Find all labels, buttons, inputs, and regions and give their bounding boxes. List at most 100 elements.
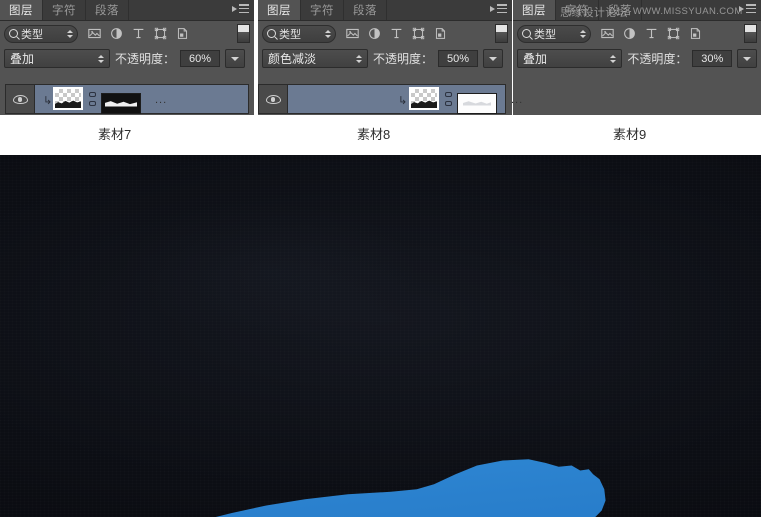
photoshop-panels-strip: 图层 字符 段落 类型 叠加 不透明度： 60% 图层 字符 段落 类型 颜色减… xyxy=(0,0,761,115)
opacity-label: 不透明度： xyxy=(115,52,176,66)
type-filter-icon[interactable] xyxy=(390,27,403,40)
top-watermark: 思缘设计论坛 WWW.MISSYUAN.COM xyxy=(560,3,760,20)
layer-thumbnail-image xyxy=(55,89,81,108)
layer-overflow-indicator: ... xyxy=(155,94,168,106)
tab-layers-label: 图层 xyxy=(9,5,33,17)
tab-character-label: 字符 xyxy=(52,5,76,17)
layer-row[interactable]: ↳ ... xyxy=(5,84,249,114)
opacity-dropdown-arrow[interactable] xyxy=(737,49,757,68)
tab-paragraph-label: 段落 xyxy=(95,5,119,17)
opacity-dropdown-arrow[interactable] xyxy=(483,49,504,68)
layer-thumbnail[interactable] xyxy=(53,87,83,110)
layer-mask-thumbnail[interactable] xyxy=(101,92,141,114)
panel-3-blend-row: 叠加 不透明度： 30% xyxy=(513,46,761,71)
tab-paragraph[interactable]: 段落 xyxy=(86,0,129,20)
panel-1-filter-row: 类型 xyxy=(0,21,254,46)
adjustment-filter-icon[interactable] xyxy=(368,27,381,40)
tab-layers[interactable]: 图层 xyxy=(513,0,556,20)
tab-character[interactable]: 字符 xyxy=(301,0,344,20)
search-icon xyxy=(7,27,20,40)
canvas-faint-glow xyxy=(60,175,480,365)
layer-row-body[interactable]: ↳ ... xyxy=(288,85,522,114)
layer-row[interactable]: ↳ ... xyxy=(258,84,522,114)
eye-icon xyxy=(12,94,28,104)
image-filter-icon[interactable] xyxy=(88,27,101,40)
chevron-updown-icon xyxy=(356,54,362,63)
tab-character[interactable]: 字符 xyxy=(43,0,86,20)
type-filter-icon[interactable] xyxy=(645,27,658,40)
opacity-dropdown-arrow[interactable] xyxy=(225,49,246,68)
screenshot-root: 图层 字符 段落 类型 叠加 不透明度： 60% 图层 字符 段落 类型 颜色减… xyxy=(0,0,761,517)
chevron-updown-icon xyxy=(580,29,586,38)
layer-filter-kind-label: 类型 xyxy=(279,28,301,41)
layer-filter-icons xyxy=(88,27,189,40)
opacity-input[interactable]: 60% xyxy=(180,50,221,67)
blend-mode-select[interactable]: 颜色减淡 xyxy=(262,49,368,68)
panel-1-tabbar: 图层 字符 段落 xyxy=(0,0,254,21)
layer-overflow-indicator: ... xyxy=(511,94,524,106)
image-filter-icon[interactable] xyxy=(346,27,359,40)
layer-thumbnail[interactable] xyxy=(409,87,439,110)
search-icon xyxy=(520,27,533,40)
smartobject-filter-icon[interactable] xyxy=(689,27,702,40)
layer-filter-kind-select[interactable]: 类型 xyxy=(4,24,78,43)
eye-icon xyxy=(265,94,281,104)
layer-filter-kind-select[interactable]: 类型 xyxy=(262,24,336,43)
shape-filter-icon[interactable] xyxy=(154,27,167,40)
layer-filter-icons xyxy=(601,27,702,40)
blend-mode-select[interactable]: 叠加 xyxy=(4,49,110,68)
caption-material-8: 素材8 xyxy=(357,127,391,142)
chevron-updown-icon xyxy=(610,54,617,63)
filter-enable-toggle[interactable] xyxy=(495,24,508,43)
link-icon[interactable] xyxy=(88,92,97,106)
opacity-input[interactable]: 50% xyxy=(438,50,479,67)
layer-filter-icons xyxy=(346,27,447,40)
panel-2-filter-row: 类型 xyxy=(258,21,512,46)
image-filter-icon[interactable] xyxy=(601,27,614,40)
panel-menu-icon[interactable] xyxy=(232,4,249,17)
tab-character-label: 字符 xyxy=(310,5,334,17)
caption-material-9: 素材9 xyxy=(613,127,647,142)
panel-menu-icon[interactable] xyxy=(490,4,507,17)
filter-enable-toggle[interactable] xyxy=(237,24,250,43)
caption-material-7: 素材7 xyxy=(98,127,132,142)
tab-layers[interactable]: 图层 xyxy=(0,0,43,20)
tab-paragraph-label: 段落 xyxy=(353,5,377,17)
chevron-updown-icon xyxy=(325,29,331,38)
chevron-updown-icon xyxy=(98,54,104,63)
blend-mode-value: 叠加 xyxy=(10,52,35,66)
tab-layers[interactable]: 图层 xyxy=(258,0,301,20)
blend-mode-value: 颜色减淡 xyxy=(268,52,317,66)
clipping-mask-icon: ↳ xyxy=(43,95,53,107)
smartobject-filter-icon[interactable] xyxy=(176,27,189,40)
chevron-updown-icon xyxy=(67,29,73,38)
layer-mask-thumbnail[interactable] xyxy=(457,92,497,114)
panel-2-tabbar: 图层 字符 段落 xyxy=(258,0,512,21)
search-icon xyxy=(265,27,278,40)
layer-row-body[interactable]: ↳ ... xyxy=(35,85,248,114)
filter-enable-toggle[interactable] xyxy=(744,24,757,43)
smartobject-filter-icon[interactable] xyxy=(434,27,447,40)
opacity-label: 不透明度： xyxy=(627,52,688,66)
panel-2-blend-row: 颜色减淡 不透明度： 50% xyxy=(258,46,512,71)
opacity-label: 不透明度： xyxy=(373,52,434,66)
tab-paragraph[interactable]: 段落 xyxy=(344,0,387,20)
shape-filter-icon[interactable] xyxy=(412,27,425,40)
layer-visibility-toggle[interactable] xyxy=(259,85,288,113)
blend-mode-select[interactable]: 叠加 xyxy=(517,49,623,68)
layer-visibility-toggle[interactable] xyxy=(6,85,35,113)
opacity-input[interactable]: 30% xyxy=(692,50,733,67)
artwork-canvas: UiBQ.CoM www.wpdaan2.com xyxy=(0,155,761,517)
type-filter-icon[interactable] xyxy=(132,27,145,40)
link-icon[interactable] xyxy=(444,92,453,106)
adjustment-filter-icon[interactable] xyxy=(623,27,636,40)
top-watermark-en: WWW.MISSYUAN.COM xyxy=(632,6,743,17)
layer-filter-kind-select[interactable]: 类型 xyxy=(517,24,591,43)
adjustment-filter-icon[interactable] xyxy=(110,27,123,40)
panel-3-filter-row: 类型 xyxy=(513,21,761,46)
tab-layers-label: 图层 xyxy=(522,5,546,17)
blend-mode-value: 叠加 xyxy=(523,52,548,66)
shape-filter-icon[interactable] xyxy=(667,27,680,40)
layer-filter-kind-label: 类型 xyxy=(534,28,556,41)
material-captions: 素材7 素材8 素材9 xyxy=(0,118,761,155)
